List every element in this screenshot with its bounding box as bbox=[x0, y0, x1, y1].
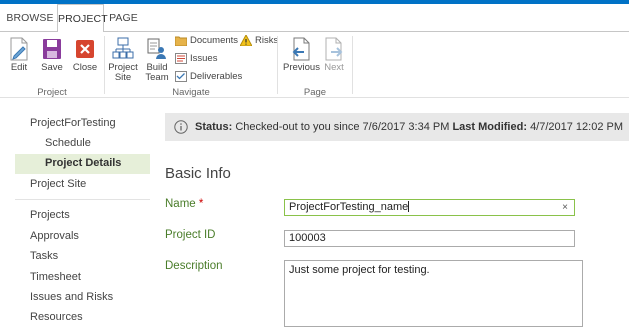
edit-icon bbox=[10, 37, 28, 61]
next-label: Next bbox=[324, 62, 344, 73]
name-label-text: Name bbox=[165, 198, 196, 210]
nav-project-name[interactable]: ProjectForTesting bbox=[30, 117, 116, 129]
project-group-label: Project bbox=[37, 87, 67, 98]
status-bar: Status: Checked-out to you since 7/6/201… bbox=[165, 113, 629, 141]
nav-issues-and-risks[interactable]: Issues and Risks bbox=[30, 291, 113, 303]
deliverables-button[interactable]: Deliverables bbox=[175, 69, 242, 85]
folder-icon bbox=[174, 36, 188, 47]
name-input-value: ProjectForTesting_name bbox=[289, 201, 409, 213]
nav-project-details[interactable]: Project Details bbox=[45, 157, 121, 169]
text-caret bbox=[408, 201, 410, 212]
description-value: Just some project for testing. bbox=[289, 264, 430, 276]
warning-icon bbox=[239, 33, 253, 47]
nav-divider bbox=[15, 199, 150, 200]
project-site-label-line2: Site bbox=[114, 72, 132, 83]
ribbon-tabs: BROWSE PROJECT PAGE bbox=[0, 4, 629, 33]
close-button[interactable]: Close bbox=[71, 37, 99, 73]
project-site-button[interactable]: Project Site bbox=[108, 37, 138, 83]
build-team-label-line2: Team bbox=[145, 72, 169, 83]
save-button[interactable]: Save bbox=[38, 37, 66, 73]
status-label: Status: bbox=[195, 121, 233, 133]
ribbon: Edit Save Close Project Project Site Bui… bbox=[0, 32, 629, 98]
sitemap-icon bbox=[112, 37, 134, 59]
description-label: Description bbox=[165, 260, 223, 272]
last-modified-label: Last Modified: bbox=[452, 121, 527, 133]
issues-icon bbox=[175, 52, 187, 64]
documents-button[interactable]: Documents bbox=[174, 33, 239, 49]
save-icon bbox=[43, 39, 61, 59]
build-team-button[interactable]: Build Team bbox=[142, 37, 172, 83]
section-title: Basic Info bbox=[165, 165, 231, 182]
next-button[interactable]: Next bbox=[320, 37, 348, 73]
close-icon bbox=[76, 40, 94, 58]
deliverables-label: Deliverables bbox=[190, 71, 243, 82]
tab-page[interactable]: PAGE bbox=[105, 4, 142, 32]
project-id-label: Project ID bbox=[165, 229, 216, 241]
nav-schedule[interactable]: Schedule bbox=[45, 137, 91, 149]
previous-label: Previous bbox=[283, 62, 320, 73]
project-id-value: 100003 bbox=[289, 232, 326, 244]
name-input[interactable]: ProjectForTesting_name × bbox=[284, 199, 575, 216]
issues-label: Issues bbox=[190, 53, 218, 64]
page-group-label: Page bbox=[303, 87, 327, 98]
nav-project-site[interactable]: Project Site bbox=[30, 178, 86, 190]
risks-label: Risks bbox=[255, 35, 279, 46]
info-icon bbox=[174, 120, 188, 134]
issues-button[interactable]: Issues bbox=[175, 51, 217, 67]
nav-approvals[interactable]: Approvals bbox=[30, 230, 79, 242]
nav-timesheet[interactable]: Timesheet bbox=[30, 271, 81, 283]
save-label: Save bbox=[41, 62, 63, 73]
project-id-input[interactable]: 100003 bbox=[284, 230, 575, 247]
risks-button[interactable]: Risks bbox=[239, 33, 279, 49]
next-page-icon bbox=[325, 37, 343, 61]
status-text: Status: Checked-out to you since 7/6/201… bbox=[195, 121, 623, 133]
nav-tasks[interactable]: Tasks bbox=[30, 250, 58, 262]
status-value: Checked-out to you since 7/6/2017 3:34 P… bbox=[235, 121, 450, 133]
build-team-icon bbox=[147, 38, 166, 59]
deliverables-icon bbox=[175, 70, 187, 82]
nav-projects[interactable]: Projects bbox=[30, 209, 70, 221]
description-textarea[interactable]: Just some project for testing. bbox=[284, 260, 583, 327]
name-label: Name * bbox=[165, 198, 203, 210]
documents-label: Documents bbox=[190, 35, 239, 46]
group-separator bbox=[277, 36, 278, 94]
group-separator bbox=[352, 36, 353, 94]
clear-input-icon[interactable]: × bbox=[562, 200, 568, 215]
tab-project[interactable]: PROJECT bbox=[57, 4, 108, 33]
previous-page-icon bbox=[292, 37, 310, 61]
previous-button[interactable]: Previous bbox=[283, 37, 320, 73]
edit-button[interactable]: Edit bbox=[5, 37, 33, 73]
tab-browse[interactable]: BROWSE bbox=[4, 4, 56, 32]
required-mark: * bbox=[198, 198, 204, 210]
close-label: Close bbox=[72, 62, 98, 73]
edit-label: Edit bbox=[10, 62, 28, 73]
nav-resources[interactable]: Resources bbox=[30, 311, 83, 323]
navigate-group-label: Navigate bbox=[172, 87, 210, 98]
last-modified-value: 4/7/2017 12:02 PM bbox=[530, 121, 624, 133]
group-separator bbox=[104, 36, 105, 94]
